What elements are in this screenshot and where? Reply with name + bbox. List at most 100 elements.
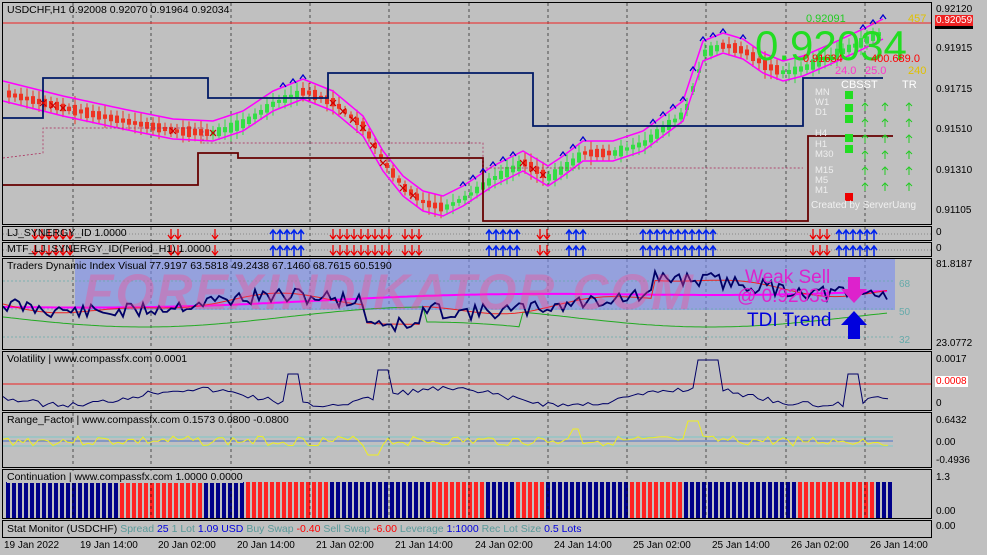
continuation-bar (360, 482, 364, 518)
continuation-bar (780, 482, 784, 518)
continuation-bar (312, 482, 316, 518)
envelope-upper (3, 18, 884, 197)
buy-arrow (667, 244, 675, 256)
overlay-up-arrow (861, 150, 869, 159)
continuation-bar (804, 482, 808, 518)
tdi-pane[interactable]: Traders Dynamic Index Visual 77.9197 63.… (2, 258, 932, 350)
synergy-pane[interactable]: LJ_SYNERGY_ID 1.0000 (2, 226, 932, 241)
continuation-bar (336, 482, 340, 518)
ohlc-low: 0.91964 (150, 4, 189, 16)
candle-body (427, 200, 431, 208)
candle-body (223, 127, 227, 133)
candle-body (439, 202, 443, 212)
sell-arrow (823, 245, 831, 256)
rng-axis-mid: 0.00 (936, 437, 956, 448)
candle-body (421, 199, 425, 204)
candle-body (283, 95, 287, 103)
stat-monitor-row: Stat Monitor (USDCHF) Spread 25 1 Lot 1.… (7, 523, 581, 535)
continuation-bar (726, 482, 730, 518)
continuation-bar (444, 482, 448, 518)
continuation-bar (768, 482, 772, 518)
continuation-bar (864, 482, 868, 518)
buy-arrow (565, 228, 573, 240)
price-chart-pane[interactable]: USDCHF,H1 0.92008 0.92070 0.91964 0.9203… (2, 2, 932, 225)
leverage-label: Leverage (399, 523, 444, 535)
buy-arrow (639, 228, 647, 240)
buy-arrow (660, 244, 668, 256)
stat-monitor-pane[interactable]: Stat Monitor (USDCHF) Spread 25 1 Lot 1.… (2, 520, 932, 538)
continuation-bar (540, 482, 544, 518)
continuation-bar (84, 482, 88, 518)
buy-arrow (849, 244, 857, 256)
continuation-axis: 1.3 0.00 (932, 469, 987, 519)
mtf-synergy-label: MTF_LJ_SYNERGY_ID(Period_H1) 1.0000 (7, 243, 211, 255)
continuation-bar (282, 482, 286, 518)
buy-arrow (695, 228, 703, 240)
continuation-bar (54, 482, 58, 518)
continuation-bar (480, 482, 484, 518)
price-axis: 0.921200.920340.919150.917150.915100.913… (932, 2, 987, 225)
overlay-signal-block (845, 134, 853, 142)
volatility-pane[interactable]: Volatility | www.compassfx.com 0.0001 (2, 351, 932, 411)
buy-arrow (572, 228, 580, 240)
continuation-bar (720, 482, 724, 518)
continuation-bar (390, 482, 394, 518)
overlay-tr: TR (902, 79, 917, 91)
buy-arrow (681, 244, 689, 256)
candle-body (301, 87, 305, 96)
continuation-bar (522, 482, 526, 518)
range-factor-line (3, 420, 889, 456)
buy-arrow (653, 228, 661, 240)
continuation-bar (156, 482, 160, 518)
continuation-bar (852, 482, 856, 518)
continuation-bar (186, 482, 190, 518)
continuation-pane[interactable]: Continuation | www.compassfx.com 1.0000 … (2, 469, 932, 519)
candle-body (241, 119, 245, 129)
buy-arrow (842, 244, 850, 256)
buy-arrow (499, 244, 507, 256)
sell-arrow (415, 229, 423, 240)
buy-arrow (283, 244, 291, 256)
overlay-red-b: 400.689.0 (871, 53, 920, 65)
candle-body (13, 93, 17, 98)
buy-arrow (856, 244, 864, 256)
overlay-up-arrow (905, 150, 913, 159)
continuation-bar (138, 482, 142, 518)
candle-body (715, 45, 719, 52)
mtf-synergy-pane[interactable]: MTF_LJ_SYNERGY_ID(Period_H1) 1.0000 (2, 242, 932, 257)
buy-arrow (870, 228, 878, 240)
continuation-bar (330, 482, 334, 518)
candle-body (295, 90, 299, 98)
range-factor-axis: 0.6432 0.00 -0.4936 (932, 412, 987, 468)
buy-arrow (674, 244, 682, 256)
cont-axis-top: 1.3 (936, 472, 950, 483)
buy-arrow (835, 228, 843, 240)
time-axis-label: 19 Jan 2022 (4, 540, 60, 551)
sell-arrow (364, 229, 372, 240)
buy-arrow (269, 244, 277, 256)
continuation-bar (486, 482, 490, 518)
continuation-bar (846, 482, 850, 518)
candle-body (277, 99, 281, 103)
time-axis-label: 21 Jan 02:00 (316, 540, 374, 551)
candle-body (613, 150, 617, 156)
overlay-signal-block (845, 115, 853, 123)
continuation-bar (450, 482, 454, 518)
continuation-bar (378, 482, 382, 518)
continuation-bar (246, 482, 250, 518)
buy-swap-label: Buy Swap (246, 523, 294, 535)
candle-body (625, 147, 629, 151)
continuation-bar (372, 482, 376, 518)
time-axis-label: 26 Jan 14:00 (870, 540, 928, 551)
continuation-bar (528, 482, 532, 518)
continuation-bar (36, 482, 40, 518)
buy-arrow (688, 228, 696, 240)
candle-body (139, 121, 143, 127)
ohlc-high: 0.92070 (109, 4, 148, 16)
symbol-label: USDCHF,H1 (7, 4, 66, 16)
range-factor-pane[interactable]: Range_Factor | www.compassfx.com 0.1573 … (2, 412, 932, 468)
continuation-bar (96, 482, 100, 518)
candle-body (397, 178, 401, 183)
candle-body (217, 127, 221, 137)
time-axis-label: 21 Jan 14:00 (395, 540, 453, 551)
